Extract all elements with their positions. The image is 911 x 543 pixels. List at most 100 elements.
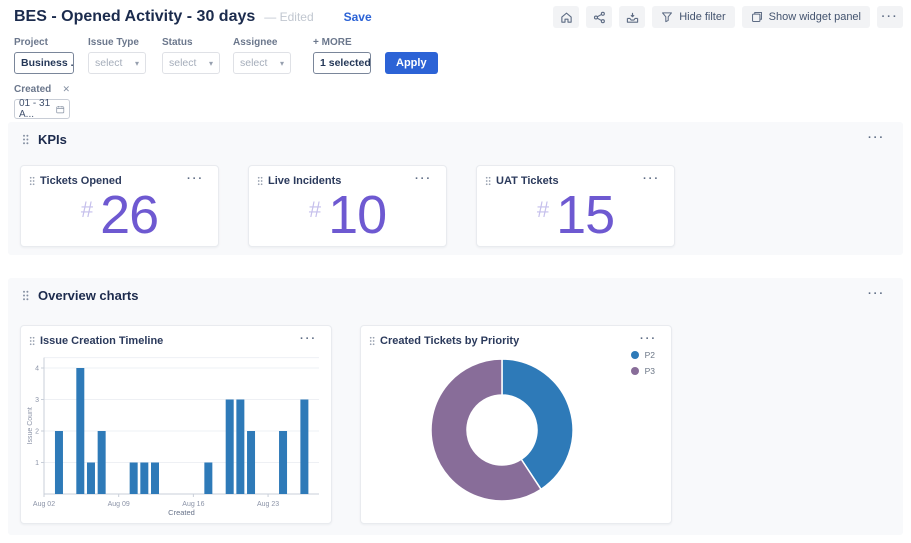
- more-filters-select[interactable]: 1 selected ▾: [313, 52, 371, 74]
- assignee-select[interactable]: select ▾: [233, 52, 291, 74]
- legend-dot: [630, 367, 639, 375]
- widget-drag-handle[interactable]: [29, 176, 35, 186]
- bar-chart: 1 2 3 4 Aug 02 Aug 09 Aug 16 Aug 23 Issue Count C…: [27, 357, 319, 517]
- legend-label: P3: [644, 366, 655, 376]
- legend-label: P2: [644, 350, 655, 360]
- chart-title: Issue Creation Timeline: [40, 335, 164, 347]
- export-button[interactable]: [619, 6, 646, 28]
- share-icon: [593, 11, 605, 23]
- chevron-down-icon: ▾: [134, 58, 139, 68]
- section-title: Overview charts: [38, 287, 139, 303]
- chart-more-button[interactable]: ···: [294, 329, 323, 346]
- filter-bar: Project Business ... ▾ Issue Type select…: [14, 37, 438, 120]
- svg-text:Aug 02: Aug 02: [33, 501, 55, 508]
- svg-text:2: 2: [35, 429, 39, 436]
- grip-icon: [29, 176, 35, 186]
- overview-charts-section: Overview charts ··· Issue Creation Timel…: [8, 278, 903, 535]
- kpi-hash-prefix: #: [80, 197, 94, 222]
- chart-more-button[interactable]: ···: [634, 329, 663, 346]
- ellipsis-icon: ···: [415, 173, 432, 185]
- project-filter-label: Project: [14, 37, 48, 48]
- kpi-more-button[interactable]: ···: [409, 169, 438, 186]
- ellipsis-icon: ···: [881, 10, 899, 23]
- ellipsis-icon: ···: [187, 173, 204, 185]
- chevron-down-icon: ▾: [279, 58, 284, 68]
- dashboard-header: BES - Opened Activity - 30 days — Edited…: [14, 4, 903, 30]
- share-button[interactable]: [586, 6, 613, 28]
- created-date-input[interactable]: 01 - 31 A...: [14, 98, 70, 120]
- svg-text:Issue Count: Issue Count: [27, 407, 34, 444]
- more-filters-button[interactable]: + MORE: [313, 37, 371, 48]
- apply-button[interactable]: Apply: [385, 52, 438, 74]
- charts-section-more-button[interactable]: ···: [862, 284, 891, 301]
- legend-dot: [630, 351, 639, 359]
- kpi-card-live-incidents: Live Incidents ··· # 10: [248, 165, 447, 247]
- edited-indicator: — Edited: [264, 10, 314, 24]
- assignee-select-placeholder: select: [240, 57, 268, 69]
- kpi-more-button[interactable]: ···: [637, 169, 666, 186]
- remove-created-filter-icon[interactable]: ✕: [62, 84, 70, 95]
- calendar-icon: [56, 105, 65, 113]
- created-filter-label: Created: [14, 84, 52, 95]
- assignee-filter-label: Assignee: [233, 37, 278, 48]
- kpi-number: 26: [100, 185, 159, 245]
- filter-funnel-icon: [662, 12, 673, 23]
- show-widget-panel-label: Show widget panel: [768, 11, 861, 23]
- svg-text:Aug 09: Aug 09: [108, 501, 130, 508]
- chart-card-created-tickets-by-priority: Created Tickets by Priority ··· P2 P3: [360, 325, 672, 524]
- header-more-button[interactable]: ···: [877, 6, 903, 28]
- page-title: BES - Opened Activity - 30 days: [14, 8, 256, 25]
- grip-icon: [369, 336, 375, 346]
- issue-type-filter-label: Issue Type: [88, 37, 139, 48]
- kpis-section-more-button[interactable]: ···: [862, 128, 891, 145]
- dashboard: BES - Opened Activity - 30 days — Edited…: [0, 0, 911, 543]
- project-select[interactable]: Business ... ▾: [14, 52, 74, 74]
- save-button[interactable]: Save: [344, 10, 372, 24]
- kpi-number: 15: [556, 185, 615, 245]
- hide-filter-button[interactable]: Hide filter: [652, 6, 735, 28]
- kpis-section: KPIs ··· Tickets Opened ··· # 26 Live In…: [8, 122, 903, 255]
- kpi-card-uat-tickets: UAT Tickets ··· # 15: [476, 165, 675, 247]
- export-icon: [626, 12, 638, 23]
- status-select-placeholder: select: [169, 57, 197, 69]
- created-date-value: 01 - 31 A...: [19, 98, 51, 120]
- legend-item-p3[interactable]: P3: [630, 366, 655, 376]
- grip-icon: [23, 290, 29, 300]
- kpi-card-tickets-opened: Tickets Opened ··· # 26: [20, 165, 219, 247]
- donut-chart: [430, 358, 574, 502]
- section-drag-handle[interactable]: [22, 290, 29, 301]
- project-select-value: Business ...: [21, 57, 74, 69]
- widget-drag-handle[interactable]: [369, 336, 375, 346]
- legend-item-p2[interactable]: P2: [630, 350, 655, 360]
- chart-title: Created Tickets by Priority: [380, 335, 520, 347]
- widget-panel-icon: [751, 12, 762, 22]
- ellipsis-icon: ···: [868, 288, 885, 300]
- show-widget-panel-button[interactable]: Show widget panel: [741, 6, 870, 28]
- grip-icon: [257, 176, 263, 186]
- chart-card-issue-creation-timeline: Issue Creation Timeline ··· 1 2 3 4 Aug 02 Au…: [20, 325, 332, 524]
- status-select[interactable]: select ▾: [162, 52, 220, 74]
- ellipsis-icon: ···: [643, 173, 660, 185]
- svg-text:4: 4: [35, 366, 39, 373]
- kpi-more-button[interactable]: ···: [181, 169, 210, 186]
- issue-type-select-placeholder: select: [95, 57, 123, 69]
- kpi-hash-prefix: #: [308, 197, 322, 222]
- kpi-hash-prefix: #: [536, 197, 550, 222]
- home-button[interactable]: [553, 6, 580, 28]
- ellipsis-icon: ···: [640, 333, 657, 345]
- issue-type-select[interactable]: select ▾: [88, 52, 146, 74]
- chart-legend: P2 P3: [630, 350, 655, 376]
- hide-filter-label: Hide filter: [679, 11, 726, 23]
- home-icon: [560, 12, 572, 23]
- grip-icon: [485, 176, 491, 186]
- more-filters-select-value: 1 selected: [320, 57, 371, 69]
- svg-text:Aug 16: Aug 16: [182, 501, 204, 508]
- status-filter-label: Status: [162, 37, 193, 48]
- section-drag-handle[interactable]: [22, 134, 29, 145]
- widget-drag-handle[interactable]: [257, 176, 263, 186]
- kpi-value: # 15: [477, 186, 674, 244]
- grip-icon: [23, 134, 29, 144]
- widget-drag-handle[interactable]: [29, 336, 35, 346]
- svg-text:Created: Created: [168, 508, 195, 517]
- widget-drag-handle[interactable]: [485, 176, 491, 186]
